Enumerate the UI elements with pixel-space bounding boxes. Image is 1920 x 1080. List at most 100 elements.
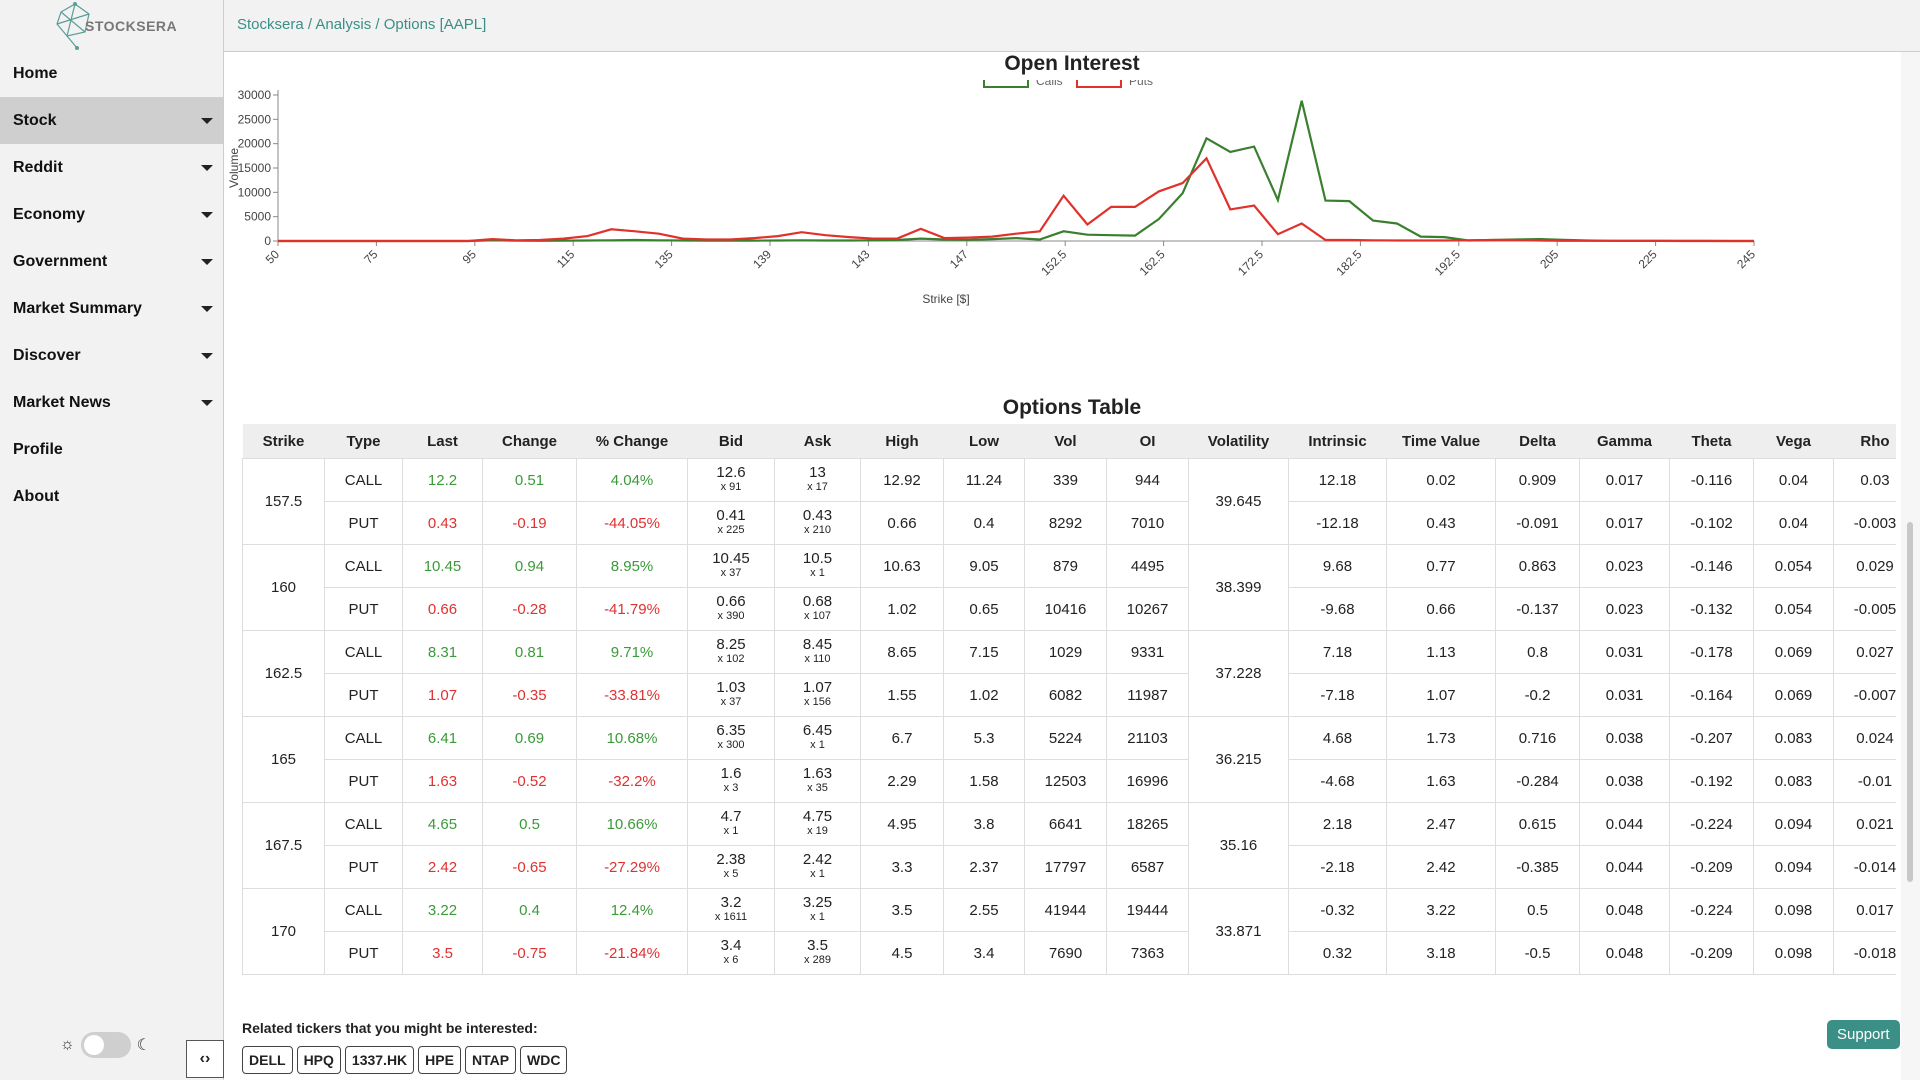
- sidebar-item-market-summary[interactable]: Market Summary: [0, 285, 223, 332]
- column-header-bid[interactable]: Bid: [687, 424, 775, 459]
- high-cell: 6.7: [860, 716, 944, 760]
- sidebar-item-discover[interactable]: Discover: [0, 332, 223, 379]
- y-tick-label: 30000: [238, 88, 272, 102]
- theta-cell: -0.224: [1669, 802, 1754, 846]
- ticker-chip-1337-hk[interactable]: 1337.HK: [344, 1046, 415, 1074]
- column-header-oi[interactable]: OI: [1106, 424, 1189, 459]
- volatility-cell: 37.228: [1188, 630, 1289, 717]
- column-header-last[interactable]: Last: [402, 424, 483, 459]
- ticker-chip-dell[interactable]: DELL: [242, 1046, 293, 1074]
- vol-cell: 17797: [1024, 845, 1107, 889]
- ask-size: x 289: [804, 954, 831, 966]
- sidebar-item-profile[interactable]: Profile: [0, 426, 223, 473]
- column-header-low[interactable]: Low: [943, 424, 1025, 459]
- sidebar-item-about[interactable]: About: [0, 473, 223, 520]
- column-header-gamma[interactable]: Gamma: [1579, 424, 1670, 459]
- last-cell: 2.42: [402, 845, 483, 889]
- rho-cell: -0.003: [1833, 501, 1896, 545]
- high-cell: 3.5: [860, 888, 944, 932]
- ask-size: x 1: [810, 868, 825, 880]
- rho-cell: 0.017: [1833, 888, 1896, 932]
- column-header-high[interactable]: High: [860, 424, 944, 459]
- sidebar: STOCKSERA Home Stock Reddit Economy Governme…: [0, 0, 224, 1080]
- time-value-cell: 0.77: [1386, 544, 1496, 588]
- column-header-vega[interactable]: Vega: [1753, 424, 1834, 459]
- column-header-rho[interactable]: Rho: [1833, 424, 1896, 459]
- column-header-change[interactable]: % Change: [576, 424, 688, 459]
- column-header-strike[interactable]: Strike: [242, 424, 325, 459]
- x-tick-label: 115: [554, 247, 578, 271]
- sidebar-item-market-news[interactable]: Market News: [0, 379, 223, 426]
- oi-cell: 19444: [1106, 888, 1189, 932]
- column-header-type[interactable]: Type: [324, 424, 403, 459]
- change-cell: -0.65: [482, 845, 577, 889]
- options-table-container[interactable]: Strike Type Last Change% Change Bid Ask High Lo…: [242, 424, 1896, 980]
- column-header-ask[interactable]: Ask: [774, 424, 861, 459]
- volatility-cell: 38.399: [1188, 544, 1289, 631]
- type-cell: PUT: [324, 845, 403, 889]
- time-value-cell: 1.13: [1386, 630, 1496, 674]
- intrinsic-cell: -7.18: [1288, 673, 1387, 717]
- ticker-chip-hpq[interactable]: HPQ: [296, 1046, 341, 1074]
- code-brackets-icon: ‹›: [199, 1050, 211, 1067]
- oi-cell: 16996: [1106, 759, 1189, 803]
- theme-switch[interactable]: [80, 1032, 131, 1058]
- page-scrollbar[interactable]: [1901, 52, 1920, 1080]
- logo[interactable]: STOCKSERA: [55, 2, 177, 50]
- high-cell: 0.66: [860, 501, 944, 545]
- sidebar-item-stock[interactable]: Stock: [0, 97, 223, 144]
- legend-label-puts[interactable]: Puts: [1129, 80, 1153, 88]
- vega-cell: 0.054: [1753, 587, 1834, 631]
- ask-size: x 17: [807, 481, 828, 493]
- high-cell: 1.55: [860, 673, 944, 717]
- sidebar-item-home[interactable]: Home: [0, 50, 223, 97]
- breadcrumb[interactable]: Stocksera / Analysis / Options [AAPL]: [237, 16, 486, 33]
- ticker-chip-wdc[interactable]: WDC: [520, 1046, 568, 1074]
- column-header-volatility[interactable]: Volatility: [1188, 424, 1289, 459]
- column-header-theta[interactable]: Theta: [1669, 424, 1754, 459]
- scrollbar-thumb[interactable]: [1907, 522, 1913, 882]
- oi-cell: 6587: [1106, 845, 1189, 889]
- column-header-change[interactable]: Change: [482, 424, 577, 459]
- ticker-chip-hpe[interactable]: HPE: [418, 1046, 461, 1074]
- rho-cell: 0.021: [1833, 802, 1896, 846]
- column-header-vol[interactable]: Vol: [1024, 424, 1107, 459]
- vol-cell: 339: [1024, 458, 1107, 502]
- sidebar-item-reddit[interactable]: Reddit: [0, 144, 223, 191]
- bid-size: x 300: [717, 739, 745, 751]
- ask-size: x 107: [804, 610, 831, 622]
- gamma-cell: 0.023: [1579, 587, 1670, 631]
- vega-cell: 0.083: [1753, 759, 1834, 803]
- high-cell: 8.65: [860, 630, 944, 674]
- column-header-delta[interactable]: Delta: [1495, 424, 1580, 459]
- y-axis-label: Volume: [227, 148, 241, 188]
- vega-cell: 0.069: [1753, 630, 1834, 674]
- column-header-time-value[interactable]: Time Value: [1386, 424, 1496, 459]
- x-tick-label: 205: [1537, 247, 1561, 271]
- strike-cell: 167.5: [242, 802, 325, 889]
- table-row: 162.5 CALL 8.31 0.81 9.71% 8.25 x 102 8.45 x 110…: [242, 630, 1896, 717]
- delta-cell: -0.284: [1495, 759, 1580, 803]
- change-cell: 0.4: [482, 888, 577, 932]
- open-interest-chart: 0 5000 10000 15000 20000 25000 30000 50 75 95 115 1…: [227, 80, 1758, 306]
- column-header-intrinsic[interactable]: Intrinsic: [1288, 424, 1387, 459]
- collapse-sidebar-button[interactable]: ‹›: [186, 1040, 224, 1078]
- theta-cell: -0.178: [1669, 630, 1754, 674]
- support-button[interactable]: Support: [1827, 1020, 1900, 1049]
- bid-price: 1.03: [716, 679, 746, 696]
- table-row: 165 CALL 6.41 0.69 10.68% 6.35 x 300 6.45 x 1 6.7…: [242, 716, 1896, 803]
- sidebar-item-label: Government: [13, 252, 108, 270]
- ask-size: x 110: [804, 653, 831, 665]
- low-cell: 1.58: [943, 759, 1025, 803]
- vega-cell: 0.098: [1753, 888, 1834, 932]
- legend-label-calls[interactable]: Calls: [1036, 80, 1063, 88]
- volatility-cell: 33.871: [1188, 888, 1289, 975]
- rho-cell: 0.03: [1833, 458, 1896, 502]
- theme-toggle[interactable]: ☼ ☾: [60, 1032, 151, 1058]
- pct-change-cell: -33.81%: [576, 673, 688, 717]
- volatility-cell: 39.645: [1188, 458, 1289, 545]
- sidebar-item-government[interactable]: Government: [0, 238, 223, 285]
- ticker-chip-ntap[interactable]: NTAP: [464, 1046, 517, 1074]
- gamma-cell: 0.017: [1579, 501, 1670, 545]
- sidebar-item-economy[interactable]: Economy: [0, 191, 223, 238]
